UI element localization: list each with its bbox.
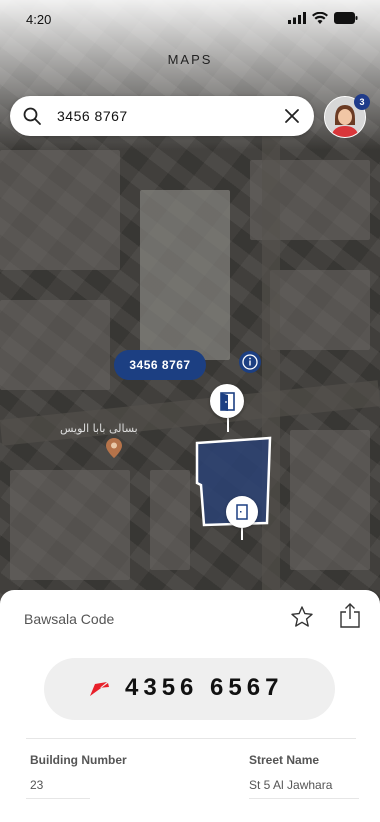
close-icon[interactable] — [284, 108, 300, 124]
search-input[interactable]: 3456 8767 — [57, 108, 128, 124]
divider — [26, 798, 90, 799]
entrance-door-icon[interactable] — [210, 384, 244, 418]
bawsala-arrow-icon — [90, 682, 109, 696]
location-pin-icon[interactable] — [106, 438, 122, 458]
divider — [249, 798, 359, 799]
street-name-label: Street Name — [249, 753, 320, 767]
sheet-title: Bawsala Code — [24, 611, 115, 627]
status-bar: 4:20 — [0, 0, 380, 40]
selected-code-label[interactable]: 3456 8767 — [114, 350, 206, 380]
star-icon[interactable] — [290, 605, 314, 629]
wifi-icon — [312, 12, 328, 24]
notification-badge: 3 — [354, 94, 370, 110]
search-icon — [23, 107, 41, 125]
info-icon[interactable] — [239, 351, 261, 373]
cellular-signal-icon — [288, 12, 306, 24]
divider — [26, 738, 356, 739]
bawsala-code-box[interactable]: 4356 6567 — [44, 658, 335, 720]
search-bar[interactable]: 3456 8767 — [10, 96, 314, 136]
building-number-value: 23 — [30, 778, 44, 792]
share-icon[interactable] — [339, 602, 361, 628]
building-door-icon[interactable] — [226, 496, 258, 528]
status-time: 4:20 — [26, 12, 52, 27]
map-view[interactable]: بسالى بابا الويس 3456 8767 — [0, 0, 380, 610]
bawsala-code: 4356 6567 — [125, 674, 284, 701]
poi-label: بسالى بابا الويس — [60, 422, 138, 435]
page-title: MAPS — [167, 52, 213, 67]
building-number-label: Building Number — [30, 753, 127, 767]
battery-icon — [334, 12, 358, 24]
street-name-value: St 5 Al Jawhara — [249, 778, 333, 792]
bottom-sheet: Bawsala Code 4356 6567 Building Number 2… — [0, 590, 380, 822]
